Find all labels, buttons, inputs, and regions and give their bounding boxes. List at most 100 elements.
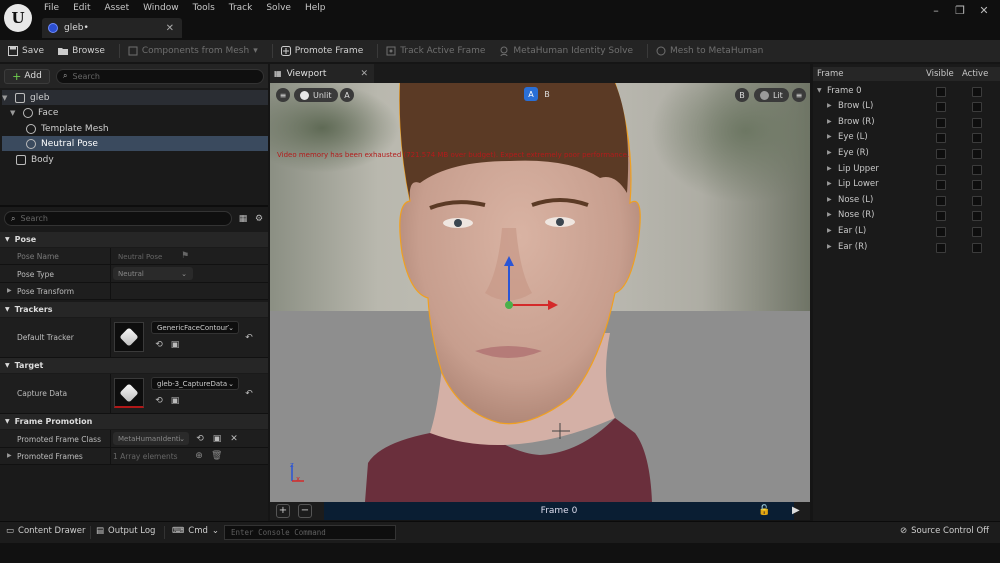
expand-arrow-icon[interactable]: ▶ (827, 102, 832, 109)
expand-arrow-icon[interactable]: ▶ (827, 243, 832, 250)
reset-arrow-icon[interactable]: ↶ (244, 333, 254, 343)
save-button[interactable]: Save (8, 40, 52, 62)
document-tab[interactable]: gleb• ✕ (42, 18, 182, 38)
frame-row-root[interactable]: ▼ Frame 0 (813, 84, 1000, 99)
tracker-thumbnail[interactable] (114, 322, 144, 352)
active-checkbox[interactable] (972, 149, 982, 159)
minimize-icon[interactable]: – (926, 4, 946, 18)
browse-asset-icon[interactable]: ▣ (170, 340, 180, 350)
category-target[interactable]: ▼ Target (0, 358, 268, 373)
expand-arrow-icon[interactable]: ▶ (827, 118, 832, 125)
close-window-icon[interactable]: ✕ (974, 4, 994, 18)
tree-item-face[interactable]: ▼ Face (2, 105, 268, 120)
details-search-input[interactable]: ⌕ Search (4, 211, 232, 226)
expand-arrow-icon[interactable]: ▶ (827, 211, 832, 218)
expand-arrow-icon[interactable]: ▶ (827, 133, 832, 140)
view-b-button[interactable]: B (735, 88, 749, 102)
active-checkbox[interactable] (972, 180, 982, 190)
output-log-button[interactable]: ▤ Output Log (96, 526, 155, 536)
active-checkbox[interactable] (972, 211, 982, 221)
menu-edit[interactable]: Edit (73, 3, 97, 13)
visible-checkbox[interactable] (936, 196, 946, 206)
visible-checkbox[interactable] (936, 180, 946, 190)
view-a-button[interactable]: A (340, 88, 354, 102)
source-control-button[interactable]: ⊘ Source Control Off (900, 526, 989, 536)
expand-arrow-icon[interactable]: ▶ (7, 287, 12, 294)
expand-arrow-icon[interactable]: ▶ (827, 149, 832, 156)
zoom-in-button[interactable]: + (276, 504, 290, 518)
close-tab-icon[interactable]: ✕ (166, 23, 174, 34)
active-checkbox[interactable] (972, 118, 982, 128)
components-from-mesh-button[interactable]: Components from Mesh ▾ (128, 40, 266, 62)
frame-row-lip-upper[interactable]: ▶ Lip Upper (813, 162, 1000, 177)
tab-viewport[interactable]: ▦ Viewport ✕ (270, 64, 374, 83)
cmd-dropdown[interactable]: ⌨ Cmd ⌄ (172, 526, 219, 536)
viewport-options-icon[interactable]: ≡ (792, 88, 806, 102)
menu-asset[interactable]: Asset (105, 3, 137, 13)
close-tab-icon[interactable]: ✕ (360, 69, 368, 79)
view-mode-lit-button[interactable]: Lit (754, 88, 789, 102)
visible-checkbox[interactable] (936, 102, 946, 112)
pose-name-field[interactable]: Neutral Pose (113, 250, 177, 263)
browse-button[interactable]: Browse (58, 40, 113, 62)
menu-help[interactable]: Help (305, 3, 333, 13)
add-button[interactable]: + Add (4, 68, 50, 84)
visible-checkbox[interactable] (936, 118, 946, 128)
viewport-menu-icon[interactable]: ≡ (276, 88, 290, 102)
outliner-search-input[interactable]: ⌕ Search (56, 68, 264, 84)
visible-checkbox[interactable] (936, 227, 946, 237)
frame-row-brow-l[interactable]: ▶ Brow (L) (813, 99, 1000, 114)
collapse-arrow-icon[interactable]: ▼ (817, 87, 822, 94)
expand-arrow-icon[interactable]: ▶ (827, 180, 832, 187)
track-active-frame-button[interactable]: Track Active Frame (386, 40, 493, 62)
menu-solve[interactable]: Solve (266, 3, 298, 13)
trash-icon[interactable]: 🗑 (211, 451, 222, 461)
visible-checkbox[interactable] (936, 87, 946, 97)
visible-checkbox[interactable] (936, 243, 946, 253)
frame-row-ear-r[interactable]: ▶ Ear (R) (813, 240, 1000, 255)
visible-checkbox[interactable] (936, 165, 946, 175)
use-selected-icon[interactable]: ⟲ (154, 340, 164, 350)
menu-file[interactable]: File (44, 3, 66, 13)
capture-data-picker[interactable]: gleb-3_CaptureData ⌄ (151, 377, 239, 390)
tree-item-neutral-pose[interactable]: Neutral Pose (2, 136, 268, 151)
frame-row-ear-l[interactable]: ▶ Ear (L) (813, 224, 1000, 239)
category-frame-promotion[interactable]: ▼ Frame Promotion (0, 414, 268, 429)
frame-row-lip-lower[interactable]: ▶ Lip Lower (813, 177, 1000, 192)
category-pose[interactable]: ▼ Pose (0, 232, 268, 247)
mesh-to-metahuman-button[interactable]: Mesh to MetaHuman (656, 40, 771, 62)
prop-promoted-frames[interactable]: ▶ Promoted Frames 1 Array elements ⊕ 🗑 (0, 448, 268, 465)
tree-item-body[interactable]: Body (2, 152, 268, 167)
tree-item-gleb[interactable]: ▼ gleb (2, 90, 268, 105)
use-selected-icon[interactable]: ⟲ (195, 434, 205, 444)
frame-row-nose-l[interactable]: ▶ Nose (L) (813, 193, 1000, 208)
frame-row-brow-r[interactable]: ▶ Brow (R) (813, 115, 1000, 130)
settings-gear-icon[interactable]: ⚙ (254, 214, 264, 224)
table-view-icon[interactable]: ▦ (238, 214, 248, 224)
browse-asset-icon[interactable]: ▣ (212, 434, 222, 444)
promote-frame-button[interactable]: Promote Frame (280, 40, 372, 62)
active-checkbox[interactable] (972, 87, 982, 97)
menu-track[interactable]: Track (229, 3, 260, 13)
tree-item-template-mesh[interactable]: Template Mesh (2, 121, 268, 136)
visible-checkbox[interactable] (936, 149, 946, 159)
visible-checkbox[interactable] (936, 211, 946, 221)
column-frame[interactable]: Frame (817, 69, 843, 79)
expand-arrow-icon[interactable]: ▶ (7, 452, 12, 459)
viewport[interactable]: Video memory has been exhausted (721.574… (270, 83, 810, 502)
unreal-logo-icon[interactable]: U (4, 4, 32, 32)
capture-data-thumbnail[interactable] (114, 378, 144, 408)
menu-tools[interactable]: Tools (193, 3, 222, 13)
expand-arrow-icon[interactable]: ▼ (2, 94, 10, 102)
category-trackers[interactable]: ▼ Trackers (0, 302, 268, 317)
active-checkbox[interactable] (972, 227, 982, 237)
expand-arrow-icon[interactable]: ▶ (827, 196, 832, 203)
frame-row-eye-r[interactable]: ▶ Eye (R) (813, 146, 1000, 161)
prop-pose-transform[interactable]: ▶ Pose Transform (0, 283, 268, 300)
promoted-frame-class-dropdown[interactable]: MetaHumanIdentit ⌄ (113, 432, 189, 445)
ab-toggle-a-button[interactable]: A (524, 87, 538, 101)
pose-type-dropdown[interactable]: Neutral ⌄ (113, 267, 193, 280)
maximize-icon[interactable]: ❐ (950, 4, 970, 18)
active-checkbox[interactable] (972, 133, 982, 143)
active-checkbox[interactable] (972, 165, 982, 175)
